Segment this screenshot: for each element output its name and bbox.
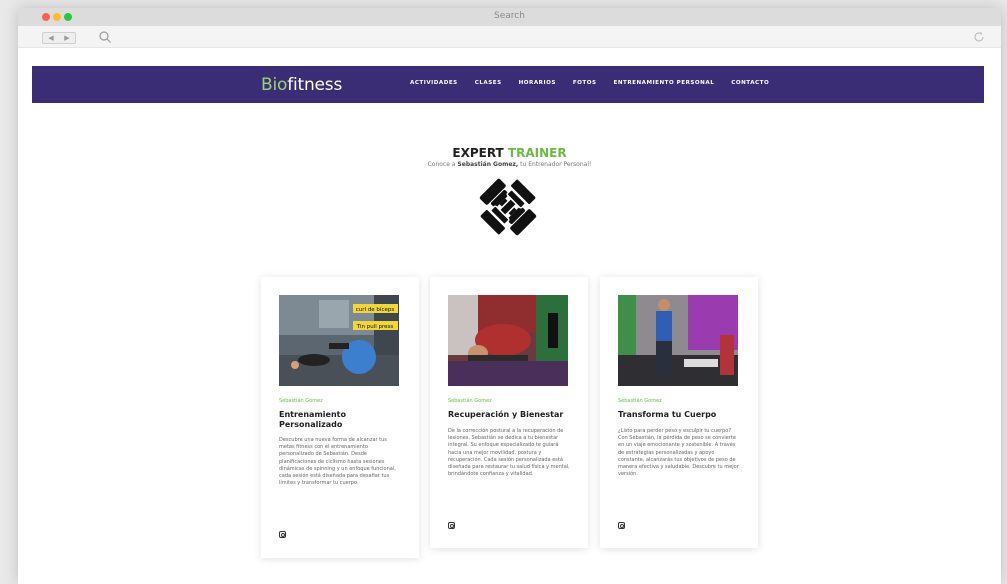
back-button[interactable]: ◀ xyxy=(48,34,53,42)
menu-item-contacto[interactable]: CONTACTO xyxy=(731,80,769,86)
instagram-icon[interactable] xyxy=(279,531,286,538)
service-card-recuperacion: Sebastián Gomez Recuperación y Bienestar… xyxy=(430,277,588,548)
menu-item-horarios[interactable]: HORARIOS xyxy=(519,80,556,86)
title-bar: Search xyxy=(18,8,1001,26)
card-title: Entrenamiento Personalizado xyxy=(279,410,346,429)
instagram-icon[interactable] xyxy=(448,522,455,529)
logo-prefix: Bio xyxy=(261,75,288,95)
card-text: De la corrección postural a la recuperac… xyxy=(448,428,570,478)
service-card-transforma: Sebastián Gomez Transforma tu Cuerpo ¿Li… xyxy=(600,277,758,548)
nav-buttons: ◀ ▶ xyxy=(42,32,76,44)
card-title: Recuperación y Bienestar xyxy=(448,410,564,419)
menu-item-fotos[interactable]: FOTOS xyxy=(573,80,597,86)
hero-title-part2: TRAINER xyxy=(507,146,567,160)
card-photo-ball-exercise: curl de bíceps Tin pull press xyxy=(279,295,399,386)
logo-suffix: fitness xyxy=(287,75,343,95)
hero-title: EXPERT TRAINER xyxy=(18,146,1001,160)
card-author[interactable]: Sebastián Gomez xyxy=(618,398,662,404)
card-author[interactable]: Sebastián Gomez xyxy=(448,398,492,404)
forward-button[interactable]: ▶ xyxy=(64,34,69,42)
window-title: Search xyxy=(494,11,525,21)
menu-item-actividades[interactable]: ACTIVIDADES xyxy=(410,80,458,86)
photo-label-pull: Tin pull press xyxy=(356,324,394,330)
search-icon[interactable] xyxy=(98,30,112,44)
service-card-personalizado: curl de bíceps Tin pull press Sebastián … xyxy=(261,277,419,558)
instagram-icon[interactable] xyxy=(618,522,625,529)
card-title: Transforma tu Cuerpo xyxy=(618,410,717,419)
hero-subtitle: Conoce a Sebastián Gomez, tu Entrenador … xyxy=(18,161,1001,168)
reload-icon[interactable] xyxy=(973,31,985,43)
hero-title-part1: EXPERT xyxy=(452,146,504,160)
hero-subtitle-prefix: Conoce a xyxy=(427,161,456,168)
card-text: Descubre una nueva forma de alcanzar tus… xyxy=(279,437,396,487)
hero-subtitle-name: Sebastián Gomez, xyxy=(457,161,519,168)
card-author[interactable]: Sebastián Gomez xyxy=(279,398,323,404)
hero-subtitle-suffix: tu Entrenador Personal! xyxy=(520,161,592,168)
main-menu: ACTIVIDADES CLASES HORARIOS FOTOS ENTREN… xyxy=(410,80,786,86)
dumbbell-icon xyxy=(479,178,537,236)
card-text: ¿Listo para perder peso y esculpir tu cu… xyxy=(618,428,739,478)
site-logo[interactable]: Biofitness xyxy=(261,75,342,95)
menu-item-clases[interactable]: CLASES xyxy=(475,80,502,86)
browser-toolbar: ◀ ▶ xyxy=(18,26,1001,48)
card-photo-gym xyxy=(618,295,738,386)
menu-item-entrenamiento-personal[interactable]: ENTRENAMIENTO PERSONAL xyxy=(614,80,715,86)
site-navbar: Biofitness ACTIVIDADES CLASES HORARIOS F… xyxy=(32,66,984,103)
photo-label-curl: curl de bíceps xyxy=(356,306,395,313)
browser-window: Search ◀ ▶ Biofitness ACTIVIDADES CLASES… xyxy=(18,8,1001,584)
card-photo-plank xyxy=(448,295,568,386)
